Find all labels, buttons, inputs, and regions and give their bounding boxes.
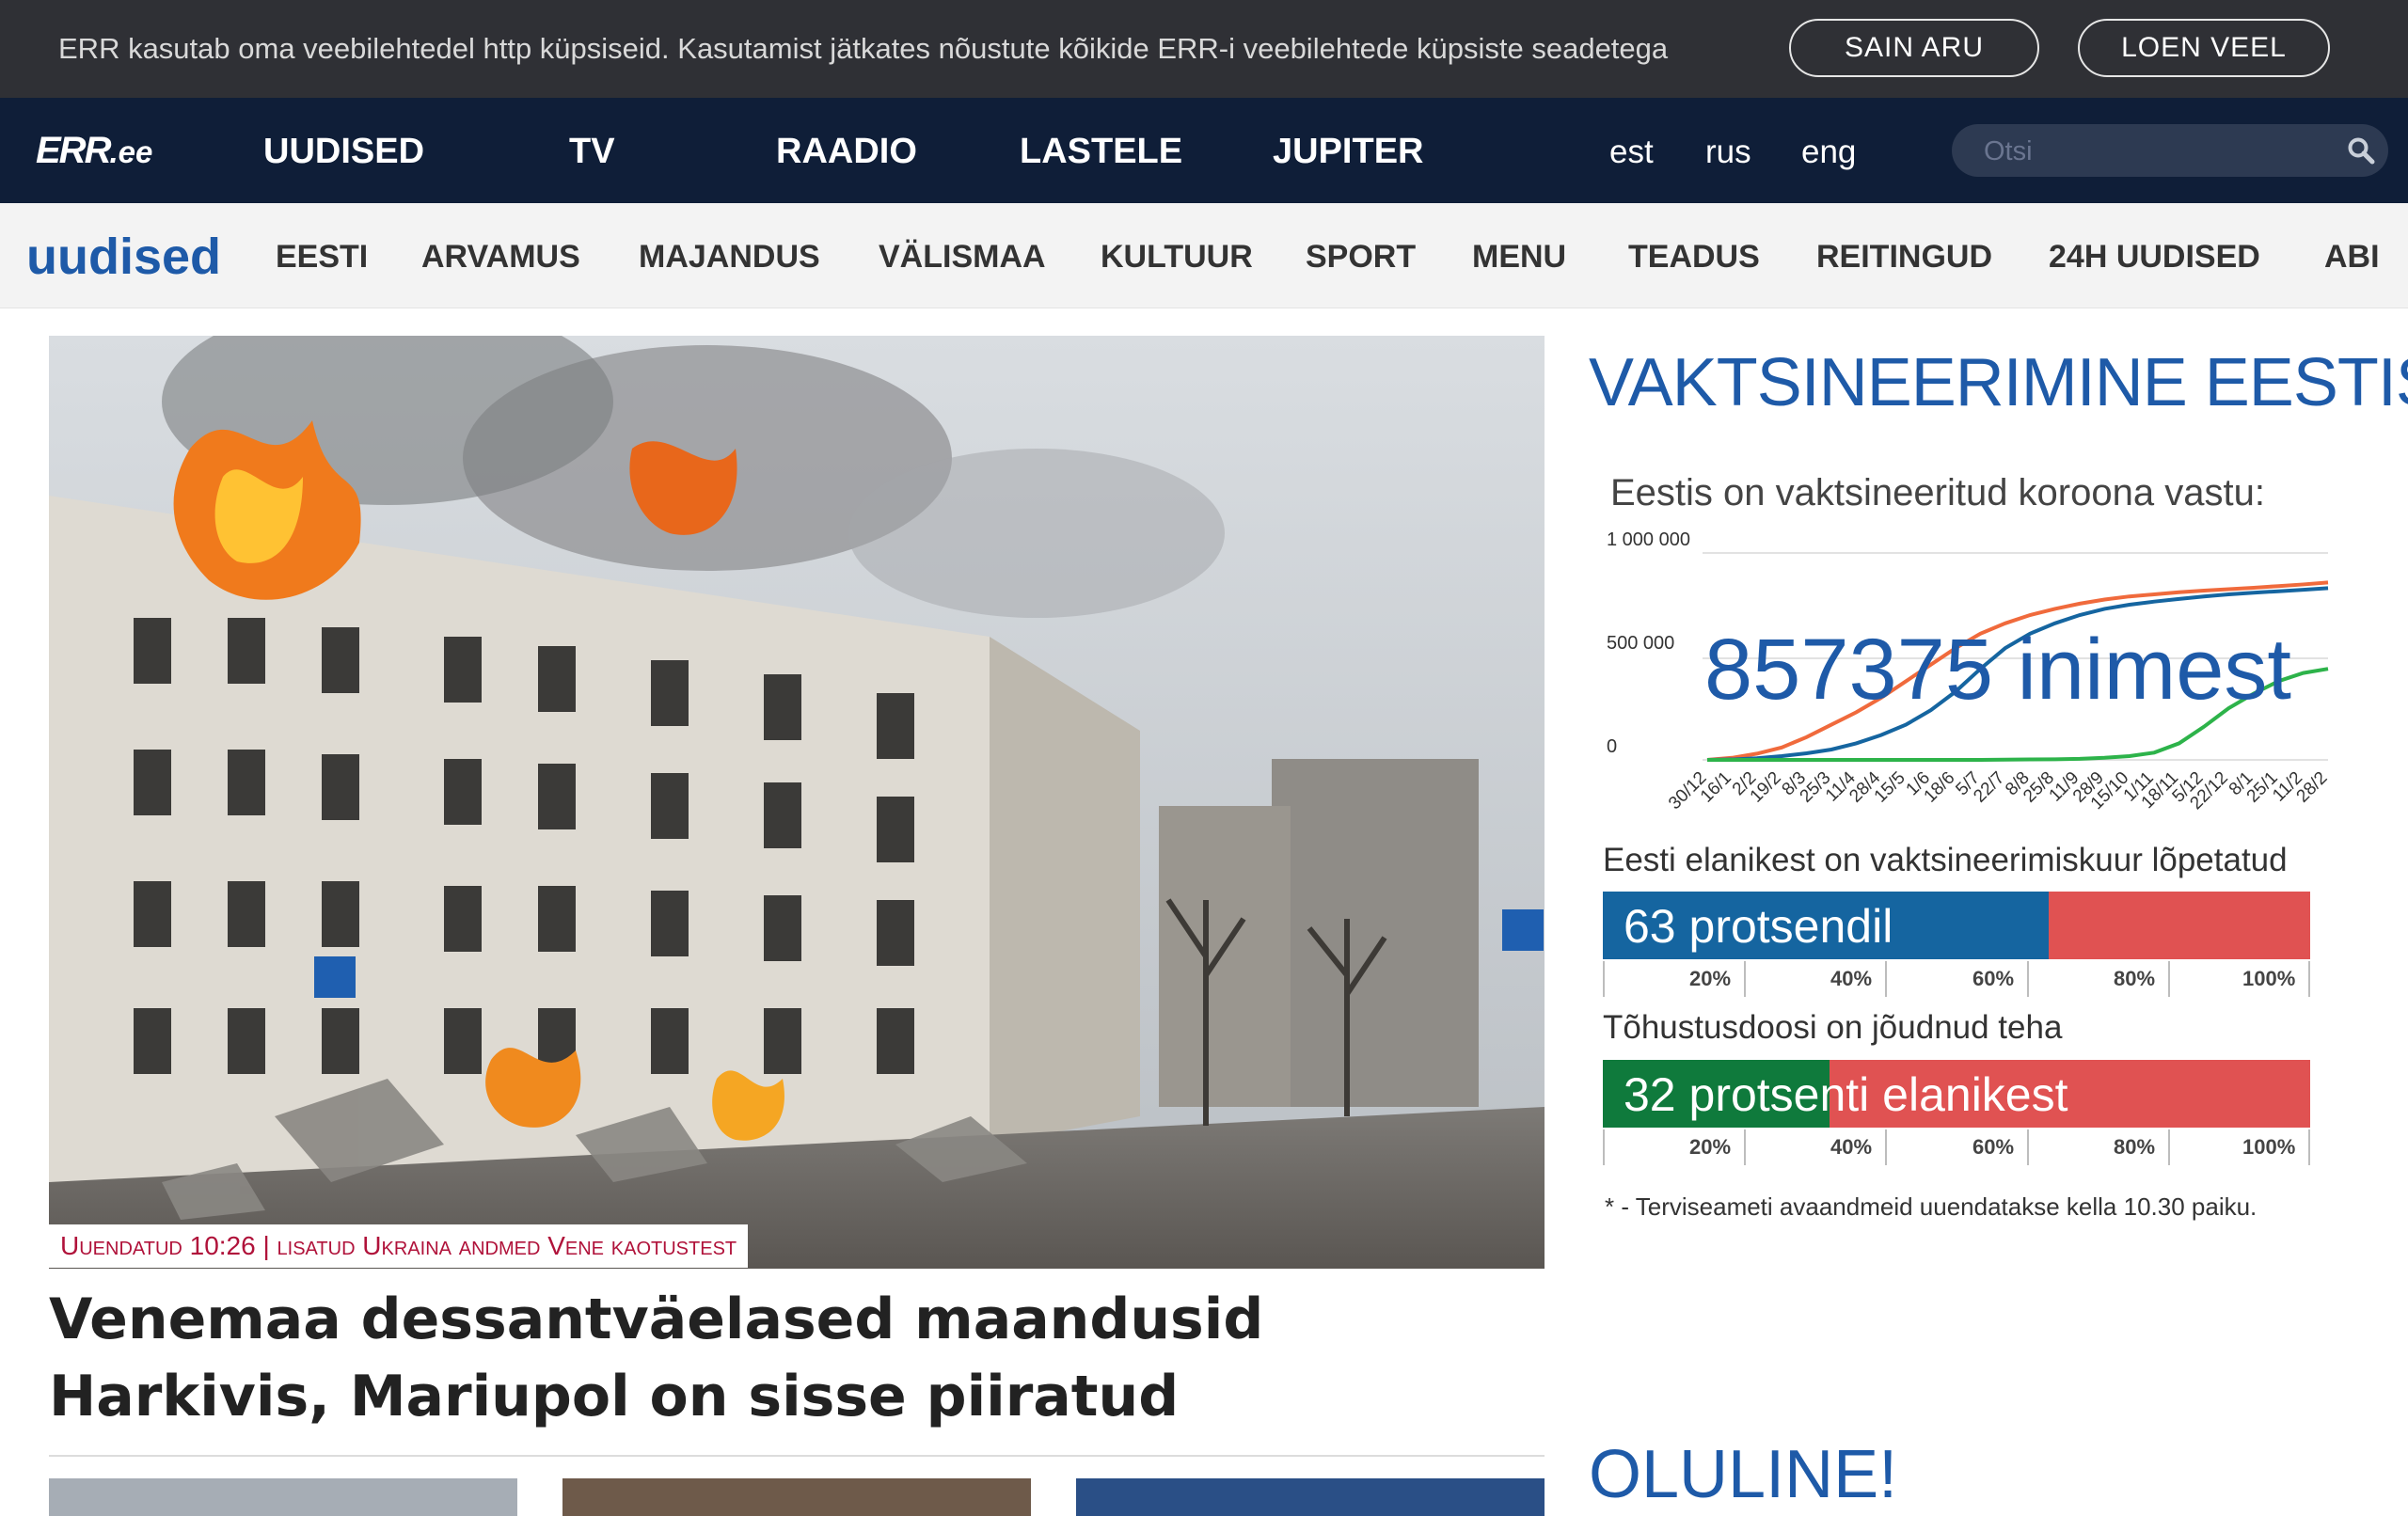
- scale-tick: [2308, 1129, 2310, 1165]
- logo-text: ERR: [36, 130, 111, 171]
- nav-item-lastele[interactable]: LASTELE: [1020, 132, 1182, 172]
- scale-tick: [1603, 1129, 1605, 1165]
- scale-label: 100%: [2242, 1135, 2296, 1159]
- booster-bar: 32 protsenti elanikest: [1603, 1060, 2310, 1128]
- y-tick-label: 0: [1607, 736, 1617, 757]
- scale-tick: [2027, 961, 2029, 997]
- y-tick-label: 500 000: [1607, 633, 1674, 654]
- booster-text: 32 protsenti elanikest: [1624, 1068, 2068, 1121]
- article-thumbnail[interactable]: [1076, 1478, 1545, 1516]
- hero-image[interactable]: [49, 336, 1545, 1269]
- scale-tick: [2027, 1129, 2029, 1165]
- scale-tick: [1744, 961, 1746, 997]
- scale-label: 40%: [1830, 1135, 1873, 1159]
- scale-label: 60%: [1972, 1135, 2015, 1159]
- section-brand[interactable]: uudised: [26, 228, 221, 286]
- subnav-kultuur[interactable]: KULTUUR: [1101, 239, 1253, 276]
- x-tick-label: 28/2: [2293, 768, 2332, 807]
- bar2-label: Tõhustusdoosi on jõudnud teha: [1603, 1009, 2063, 1046]
- nav-item-jupiter[interactable]: JUPITER: [1273, 132, 1423, 172]
- search-input[interactable]: [1982, 132, 2334, 171]
- article-update-caption: Uuendatud 10:26 | lisatud Ukraina andmed…: [49, 1224, 749, 1268]
- scale-tick: [2168, 1129, 2170, 1165]
- subnav-sport[interactable]: SPORT: [1306, 239, 1416, 276]
- scale-label: 80%: [2114, 1135, 2156, 1159]
- completed-vaccination-bar: 63 protsendil: [1603, 892, 2310, 959]
- article-thumbnail[interactable]: [49, 1478, 517, 1516]
- lang-eng[interactable]: eng: [1801, 134, 1856, 171]
- article-divider: [49, 1455, 1545, 1457]
- subnav-menu[interactable]: MENU: [1472, 239, 1566, 276]
- lang-est[interactable]: est: [1609, 134, 1654, 171]
- subnav-arvamus[interactable]: ARVAMUS: [421, 239, 580, 276]
- lang-rus[interactable]: rus: [1705, 134, 1751, 171]
- read-more-button[interactable]: LOEN VEEL: [2078, 19, 2330, 77]
- main-navigation: ERR.ee UUDISED TV RAADIO LASTELE JUPITER…: [0, 98, 2408, 203]
- scale-label: 100%: [2242, 967, 2296, 990]
- subnav-teadus[interactable]: TEADUS: [1628, 239, 1760, 276]
- article-headline[interactable]: Venemaa dessantväelased maandusid Harkiv…: [49, 1281, 1545, 1435]
- nav-item-uudised[interactable]: UUDISED: [263, 132, 424, 172]
- nav-item-tv[interactable]: TV: [569, 132, 615, 172]
- scale-label: 40%: [1830, 967, 1873, 990]
- scale-tick: [2168, 961, 2170, 997]
- vaccination-title: VAKTSINEERIMINE EESTIS: [1589, 345, 2408, 420]
- scale-label: 60%: [1972, 967, 2015, 990]
- bar1-scale: 20% 40% 60% 80% 100%: [1603, 961, 2310, 997]
- nav-item-raadio[interactable]: RAADIO: [776, 132, 917, 172]
- vaccinated-count: 857375 inimest: [1704, 622, 2291, 718]
- scale-tick: [1744, 1129, 1746, 1165]
- vaccination-heading: Eestis on vaktsineeritud koroona vastu:: [1610, 472, 2265, 513]
- section-navigation: uudised EESTI ARVAMUS MAJANDUS VÄLISMAA …: [0, 203, 2408, 308]
- logo-suffix: .ee: [109, 134, 153, 169]
- subnav-valismaa[interactable]: VÄLISMAA: [879, 239, 1046, 276]
- subnav-eesti[interactable]: EESTI: [276, 239, 368, 276]
- search-box: [1952, 124, 2388, 177]
- burning-building-illustration: [49, 336, 1545, 1269]
- completed-vaccination-text: 63 protsendil: [1624, 900, 1893, 953]
- bar1-label: Eesti elanikest on vaktsineerimiskuur lõ…: [1603, 842, 2288, 878]
- subnav-24h-uudised[interactable]: 24H UUDISED: [2049, 239, 2260, 276]
- cookie-text: ERR kasutab oma veebilehtedel http küpsi…: [58, 32, 1669, 65]
- subnav-majandus[interactable]: MAJANDUS: [639, 239, 820, 276]
- subnav-reitingud[interactable]: REITINGUD: [1816, 239, 1992, 276]
- scale-label: 80%: [2114, 967, 2156, 990]
- article-thumbnail[interactable]: [562, 1478, 1031, 1516]
- important-title: OLULINE!: [1589, 1437, 1898, 1512]
- data-update-note: * - Terviseameti avaandmeid uuendatakse …: [1605, 1192, 2258, 1221]
- scale-label: 20%: [1689, 967, 1732, 990]
- err-logo[interactable]: ERR.ee: [36, 130, 152, 172]
- subnav-abi[interactable]: ABI: [2324, 239, 2380, 276]
- scale-tick: [1603, 961, 1605, 997]
- accept-cookies-button[interactable]: SAIN ARU: [1789, 19, 2039, 77]
- scale-tick: [1885, 961, 1887, 997]
- y-tick-label: 1 000 000: [1607, 529, 1690, 550]
- search-icon[interactable]: [2347, 136, 2375, 165]
- scale-label: 20%: [1689, 1135, 1732, 1159]
- scale-tick: [2308, 961, 2310, 997]
- cookie-banner: ERR kasutab oma veebilehtedel http küpsi…: [0, 0, 2408, 98]
- scale-tick: [1885, 1129, 1887, 1165]
- bar2-scale: 20% 40% 60% 80% 100%: [1603, 1129, 2310, 1165]
